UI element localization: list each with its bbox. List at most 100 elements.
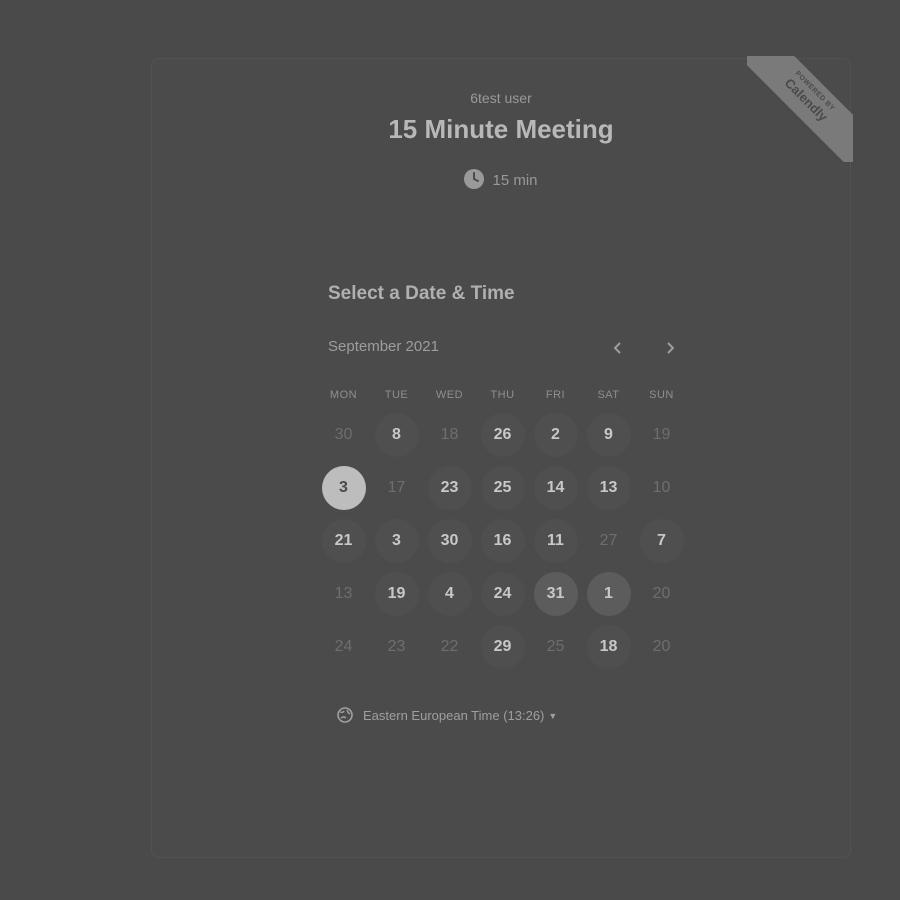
weekday-label: MON <box>329 389 358 401</box>
date-number: 17 <box>387 478 406 496</box>
calendar-weeks: 30 8 18 26 2 9 19 3 17 23 25 14 13 10 21 3 30 16 11 27 7 13 19… <box>317 412 688 669</box>
clock-icon <box>464 169 485 189</box>
calendar-week-row: 24 23 22 29 25 18 20 <box>317 624 688 669</box>
weekday-label: TUE <box>384 389 409 401</box>
date-unavailable: 18 <box>423 415 476 454</box>
date-unavailable: 22 <box>423 627 476 666</box>
date-unavailable: 10 <box>635 468 688 507</box>
date-number: 8 <box>374 412 419 457</box>
date-number: 24 <box>334 637 353 655</box>
duration-label: 15 min <box>492 172 538 189</box>
previous-month-button[interactable] <box>605 335 631 361</box>
next-month-button[interactable] <box>657 335 683 361</box>
date-unavailable: 24 <box>317 627 370 666</box>
date-button[interactable]: 13 <box>582 465 635 510</box>
date-button[interactable]: 21 <box>317 518 370 563</box>
date-unavailable: 27 <box>582 521 635 560</box>
date-number: 23 <box>387 637 406 655</box>
date-number: 18 <box>440 425 459 443</box>
date-button[interactable]: 29 <box>476 624 529 669</box>
date-button[interactable]: 26 <box>476 412 529 457</box>
event-owner: 6test user <box>470 90 532 106</box>
date-number: 22 <box>440 637 459 655</box>
date-number: 19 <box>374 571 419 616</box>
calendar-grid: MON TUE WED THU FRI SAT SUN 30 8 18 26 2 9 19 3… <box>317 389 688 669</box>
date-number: 20 <box>652 637 671 655</box>
selected-date-button[interactable]: 3 <box>317 465 370 510</box>
date-button[interactable]: 19 <box>370 571 423 616</box>
date-button[interactable]: 16 <box>476 518 529 563</box>
date-button[interactable]: 7 <box>635 518 688 563</box>
date-number: 1 <box>586 571 631 616</box>
date-button[interactable]: 30 <box>423 518 476 563</box>
month-label: September 2021 <box>328 338 439 355</box>
date-number: 3 <box>374 518 419 563</box>
date-number: 27 <box>599 531 618 549</box>
chevron-left-icon <box>613 342 621 354</box>
date-number: 2 <box>533 412 578 457</box>
date-number: 14 <box>533 465 578 510</box>
date-number: 25 <box>546 637 565 655</box>
date-button[interactable]: 8 <box>370 412 423 457</box>
date-unavailable: 17 <box>370 468 423 507</box>
date-unavailable: 19 <box>635 415 688 454</box>
weekday-label: WED <box>435 389 464 401</box>
date-unavailable: 25 <box>529 627 582 666</box>
weekday-header: MON TUE WED THU FRI SAT SUN <box>317 389 688 401</box>
date-button[interactable]: 1 <box>582 571 635 616</box>
date-number: 13 <box>334 584 353 602</box>
date-number: 25 <box>480 465 525 510</box>
date-number: 10 <box>652 478 671 496</box>
date-button[interactable]: 24 <box>476 571 529 616</box>
date-number: 20 <box>652 584 671 602</box>
date-number: 24 <box>480 571 525 616</box>
calendar-week-row: 3 17 23 25 14 13 10 <box>317 465 688 510</box>
date-number: 31 <box>533 571 578 616</box>
date-number: 3 <box>321 465 366 510</box>
date-unavailable: 13 <box>317 574 370 613</box>
date-number: 4 <box>427 571 472 616</box>
timezone-label: Eastern European Time (13:26) <box>363 708 545 723</box>
date-button[interactable]: 11 <box>529 518 582 563</box>
date-number: 19 <box>652 425 671 443</box>
date-number: 16 <box>480 518 525 563</box>
date-button[interactable]: 31 <box>529 571 582 616</box>
date-button[interactable]: 2 <box>529 412 582 457</box>
caret-down-icon: ▼ <box>548 711 558 721</box>
date-number: 21 <box>321 518 366 563</box>
date-button[interactable]: 3 <box>370 518 423 563</box>
date-button[interactable]: 9 <box>582 412 635 457</box>
date-number: 11 <box>533 518 578 563</box>
powered-by-ribbon[interactable]: POWERED BY Calendly <box>747 56 853 162</box>
event-title: 15 Minute Meeting <box>388 114 614 144</box>
calendar-week-row: 21 3 30 16 11 27 7 <box>317 518 688 563</box>
date-number: 9 <box>586 412 631 457</box>
date-button[interactable]: 23 <box>423 465 476 510</box>
booking-card: POWERED BY Calendly 6test user 15 Minute… <box>151 56 853 858</box>
date-number: 23 <box>427 465 472 510</box>
date-number: 30 <box>334 425 353 443</box>
calendar-week-row: 13 19 4 24 31 1 20 <box>317 571 688 616</box>
date-button[interactable]: 14 <box>529 465 582 510</box>
date-number: 29 <box>480 624 525 669</box>
date-number: 13 <box>586 465 631 510</box>
date-number: 7 <box>639 518 684 563</box>
weekday-label: FRI <box>545 389 566 401</box>
chevron-right-icon <box>667 342 675 354</box>
weekday-label: SAT <box>597 389 620 401</box>
date-button[interactable]: 25 <box>476 465 529 510</box>
date-number: 30 <box>427 518 472 563</box>
date-unavailable: 23 <box>370 627 423 666</box>
date-unavailable: 30 <box>317 415 370 454</box>
event-duration: 15 min <box>152 169 850 189</box>
calendar-week-row: 30 8 18 26 2 9 19 <box>317 412 688 457</box>
date-unavailable: 20 <box>635 627 688 666</box>
date-button[interactable]: 18 <box>582 624 635 669</box>
timezone-selector[interactable]: Eastern European Time (13:26) ▼ <box>337 707 557 723</box>
date-unavailable: 20 <box>635 574 688 613</box>
section-heading: Select a Date & Time <box>328 283 515 304</box>
weekday-label: THU <box>490 389 515 401</box>
weekday-label: SUN <box>649 389 674 401</box>
date-number: 26 <box>480 412 525 457</box>
date-button[interactable]: 4 <box>423 571 476 616</box>
